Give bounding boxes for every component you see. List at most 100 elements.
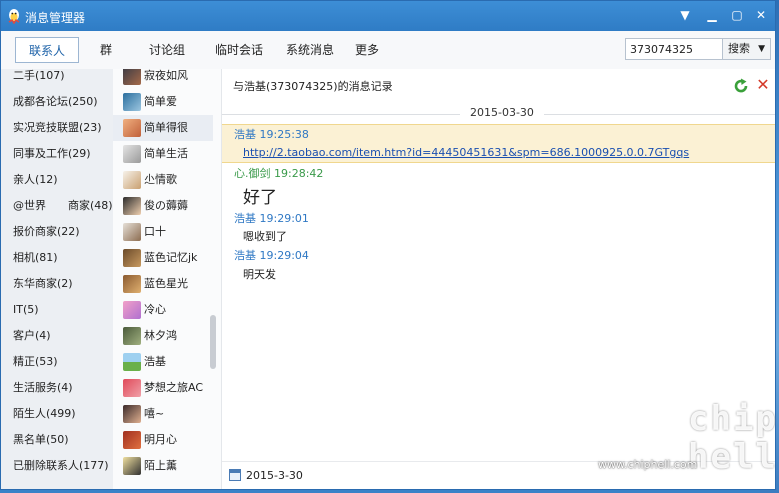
minimize-button[interactable]: ▁: [701, 5, 723, 25]
watermark-url: www.chiphell.com: [598, 458, 698, 471]
contact-item[interactable]: 梦想之旅AC: [113, 375, 213, 401]
contact-name: 嘻~: [144, 407, 165, 420]
refresh-icon[interactable]: [733, 78, 749, 94]
contact-item[interactable]: 俊の薅薅: [113, 193, 213, 219]
contact-item[interactable]: 明月心: [113, 427, 213, 453]
close-window-button[interactable]: ✕: [750, 5, 772, 25]
search-button[interactable]: 搜索 ▼: [723, 38, 771, 60]
message-manager-window: 消息管理器 ▼ ▁ ▢ ✕ 联系人 群 讨论组 临时会话 系统消息 更多 搜索 …: [0, 0, 776, 490]
calendar-icon[interactable]: [229, 469, 241, 481]
avatar: [123, 405, 141, 423]
avatar: [123, 275, 141, 293]
contact-list: 寂夜如风 简单爱 简单得很 简单生活 尐情歌 俊の薅薅 口十 蓝色记忆jk 蓝色…: [113, 69, 222, 489]
message-sender-line: 心.御剑 19:28:42: [234, 165, 323, 181]
sender-name: 浩基: [234, 212, 256, 225]
contact-name: 蓝色星光: [144, 277, 188, 290]
message-time: 19:29:01: [259, 212, 309, 225]
contact-item[interactable]: 冷心: [113, 297, 213, 323]
contact-item[interactable]: 简单生活: [113, 141, 213, 167]
search-input[interactable]: [625, 38, 723, 60]
contact-name: 陌上薰: [144, 459, 177, 472]
title-bar[interactable]: 消息管理器 ▼ ▁ ▢ ✕: [1, 1, 775, 31]
dropdown-menu-icon[interactable]: ▼: [674, 5, 696, 25]
message-sender-line: 浩基 19:29:01: [234, 210, 309, 226]
watermark-logo-text: chip hell: [688, 399, 778, 477]
avatar: [123, 145, 141, 163]
avatar: [123, 327, 141, 345]
contact-name: 简单得很: [144, 121, 188, 134]
contact-item[interactable]: 蓝色记忆jk: [113, 245, 213, 271]
group-item[interactable]: 相机(81): [1, 245, 113, 271]
group-item[interactable]: 已删除联系人(177): [1, 453, 113, 479]
contact-item[interactable]: 陌上薰: [113, 453, 213, 479]
contact-name: 林夕鸿: [144, 329, 177, 342]
group-item[interactable]: 客户(4): [1, 323, 113, 349]
contact-item[interactable]: 寂夜如风: [113, 69, 213, 89]
avatar: [123, 171, 141, 189]
tab-contacts[interactable]: 联系人: [15, 37, 79, 63]
search-button-label: 搜索: [728, 42, 750, 55]
avatar: [123, 223, 141, 241]
contact-name: 浩基: [144, 355, 166, 368]
sender-name: 心.御剑: [234, 167, 271, 180]
contact-name: 俊の薅薅: [144, 199, 188, 212]
group-item[interactable]: 生活服务(4): [1, 375, 113, 401]
group-item[interactable]: 二手(107): [1, 69, 113, 89]
contact-item[interactable]: 蓝色星光: [113, 271, 213, 297]
group-item[interactable]: 黑名单(50): [1, 427, 113, 453]
group-item[interactable]: 陌生人(499): [1, 401, 113, 427]
contact-name: 蓝色记忆jk: [144, 251, 198, 264]
avatar: [123, 119, 141, 137]
contact-item[interactable]: 嘻~: [113, 401, 213, 427]
group-item[interactable]: @世界 商家(48): [1, 193, 113, 219]
window-title: 消息管理器: [25, 11, 86, 25]
chat-history-title: 与浩基(373074325)的消息记录: [233, 80, 393, 93]
message-link[interactable]: http://2.taobao.com/item.htm?id=44450451…: [243, 146, 689, 159]
contact-list-scrollbar[interactable]: [210, 315, 216, 369]
group-item[interactable]: IT(5): [1, 297, 113, 323]
message-text: 嗯收到了: [243, 230, 287, 243]
contact-item[interactable]: 林夕鸿: [113, 323, 213, 349]
message-time: 19:28:42: [274, 167, 324, 180]
chevron-down-icon: ▼: [758, 44, 765, 54]
avatar: [123, 249, 141, 267]
delete-record-icon[interactable]: ✕: [755, 76, 771, 94]
avatar: [123, 431, 141, 449]
message-time: 19:25:38: [259, 128, 309, 141]
tab-temporary-sessions[interactable]: 临时会话: [211, 37, 267, 63]
avatar: [123, 93, 141, 111]
tab-groups[interactable]: 群: [93, 37, 119, 63]
group-item[interactable]: 东华商家(2): [1, 271, 113, 297]
contact-name: 简单爱: [144, 95, 177, 108]
tab-system-messages[interactable]: 系统消息: [282, 37, 338, 63]
group-item[interactable]: 精正(53): [1, 349, 113, 375]
contact-item[interactable]: 浩基: [113, 349, 213, 375]
avatar: [123, 301, 141, 319]
contact-item[interactable]: 口十: [113, 219, 213, 245]
contact-name: 冷心: [144, 303, 166, 316]
contact-item[interactable]: 尐情歌: [113, 167, 213, 193]
avatar: [123, 379, 141, 397]
contact-name: 明月心: [144, 433, 177, 446]
message-text: 好了: [243, 188, 277, 208]
contact-group-list: 二手(107) 成都各论坛(250) 实况竞技联盟(23) 同事及工作(29) …: [1, 69, 113, 489]
group-item[interactable]: 报价商家(22): [1, 219, 113, 245]
group-item[interactable]: 实况竞技联盟(23): [1, 115, 113, 141]
message-text: 明天发: [243, 268, 276, 281]
contact-name: 尐情歌: [144, 173, 177, 186]
contact-name: 寂夜如风: [144, 69, 188, 82]
contact-item[interactable]: 简单爱: [113, 89, 213, 115]
maximize-button[interactable]: ▢: [726, 5, 748, 25]
tab-discussion-groups[interactable]: 讨论组: [143, 37, 191, 63]
category-toolbar: 联系人 群 讨论组 临时会话 系统消息 更多 搜索 ▼: [1, 31, 775, 70]
message-sender-line: 浩基 19:29:04: [234, 247, 309, 263]
message-time: 19:29:04: [259, 249, 309, 262]
group-item[interactable]: 同事及工作(29): [1, 141, 113, 167]
contact-item[interactable]: 简单得很: [113, 115, 213, 141]
avatar: [123, 69, 141, 85]
sender-name: 浩基: [234, 128, 256, 141]
group-item[interactable]: 亲人(12): [1, 167, 113, 193]
tab-more[interactable]: 更多: [352, 37, 382, 63]
chiphell-watermark-logo: chip hell: [688, 400, 776, 480]
group-item[interactable]: 成都各论坛(250): [1, 89, 113, 115]
